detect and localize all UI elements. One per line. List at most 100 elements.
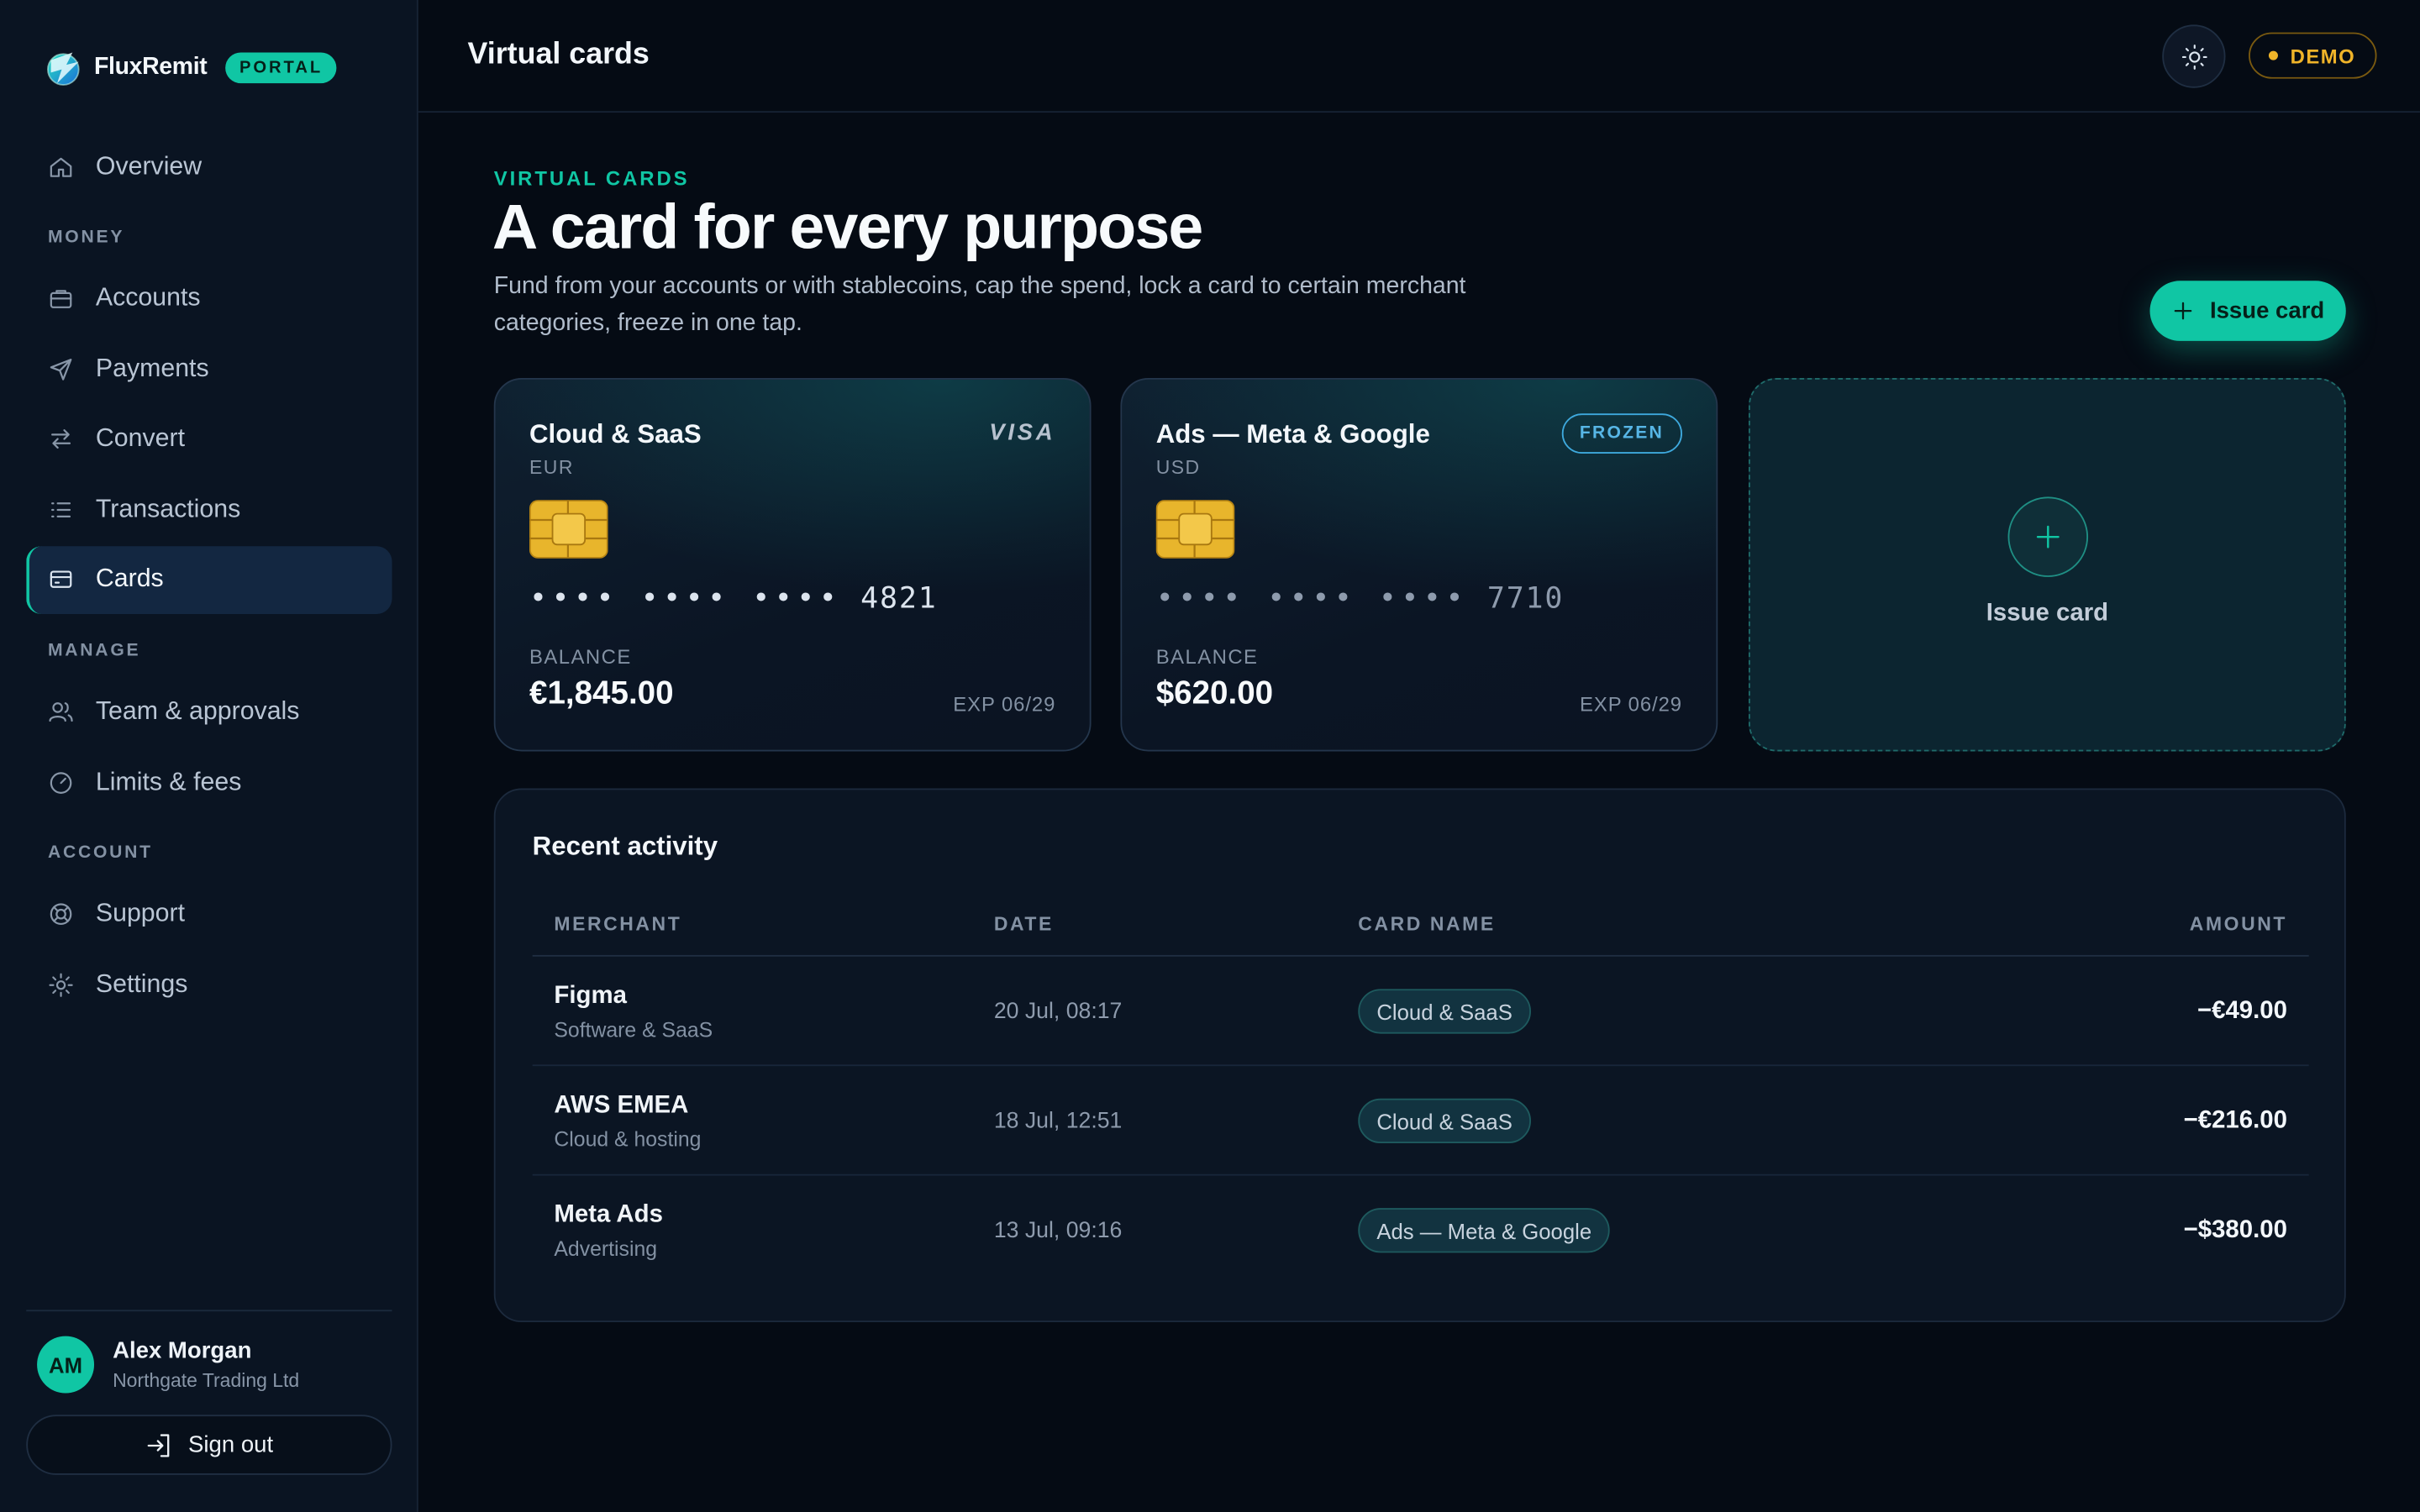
merchant-name: Figma [554, 982, 627, 1010]
sidebar-item-transactions[interactable]: Transactions [26, 475, 392, 543]
card-chip-icon [529, 500, 608, 559]
sidebar-item-label: Cards [95, 565, 164, 594]
user-profile[interactable]: AM Alex Morgan Northgate Trading Ltd [37, 1336, 299, 1394]
sidebar-item-label: Convert [95, 424, 186, 453]
issue-card-label: Issue card [2209, 297, 2325, 324]
card-expiry: EXP 06/29 [1580, 692, 1683, 717]
sidebar-item-label: Settings [95, 969, 188, 999]
brand[interactable]: FluxRemit PORTAL [42, 46, 337, 89]
plus-icon [2174, 302, 2192, 320]
sidebar-item-convert[interactable]: Convert [26, 406, 392, 474]
card-number: •••• •••• •••• 4821 [529, 581, 938, 615]
brand-name: FluxRemit [94, 54, 208, 81]
sidebar-item-label: Payments [95, 354, 209, 382]
recent-activity-panel: Recent activity MERCHANT DATE CARD NAME … [493, 788, 2346, 1323]
card-name-pill: Cloud & SaaS [1358, 989, 1531, 1034]
card-balance: €1,845.00 [529, 675, 674, 711]
sidebar-item-label: Transactions [95, 495, 241, 523]
theme-toggle-button[interactable] [2162, 24, 2226, 88]
home-icon [50, 156, 72, 176]
portal-badge: PORTAL [225, 52, 337, 84]
card-expiry: EXP 06/29 [953, 692, 1056, 717]
section-title: Recent activity [532, 831, 718, 861]
sign-out-button[interactable]: Sign out [26, 1415, 392, 1475]
column-header-date[interactable]: DATE [994, 913, 1054, 935]
divider [26, 1310, 392, 1312]
section-eyebrow: VIRTUAL CARDS [493, 166, 690, 190]
credit-card-icon [50, 571, 72, 589]
frozen-badge: FROZEN [1560, 413, 1683, 454]
sign-in-arrow-icon [147, 1433, 170, 1457]
merchant-name: AWS EMEA [554, 1092, 689, 1119]
card-last4: 4821 [860, 581, 938, 616]
card-number: •••• •••• •••• 7710 [1156, 581, 1565, 615]
sidebar-item-label: Team & approvals [95, 697, 300, 726]
top-bar: Virtual cards DEMO [418, 0, 2420, 113]
merchant-category: Advertising [554, 1237, 658, 1261]
virtual-card[interactable]: Ads — Meta & Google FROZEN USD •••• ••••… [1120, 377, 1718, 752]
issue-card-button[interactable]: Issue card [2149, 281, 2346, 341]
sun-icon [2181, 44, 2207, 69]
users-icon [49, 702, 73, 722]
card-network: VISA [989, 419, 1056, 446]
swap-arrows-icon [51, 429, 71, 449]
demo-label: DEMO [2290, 44, 2356, 67]
send-icon [50, 358, 72, 381]
user-org: Northgate Trading Ltd [113, 1369, 300, 1392]
gear-icon [49, 973, 73, 997]
demo-badge: DEMO [2249, 32, 2377, 79]
avatar: AM [37, 1336, 95, 1394]
card-name-pill: Ads — Meta & Google [1358, 1208, 1611, 1253]
column-header-merchant[interactable]: MERCHANT [554, 913, 681, 935]
merchant-name: Meta Ads [554, 1201, 663, 1229]
transaction-date: 20 Jul, 08:17 [993, 1000, 1123, 1025]
sidebar-item-support[interactable]: Support [26, 880, 392, 948]
card-last4: 7710 [1486, 581, 1565, 616]
transaction-amount: −€49.00 [2196, 998, 2287, 1025]
fluxremit-logo-icon [47, 52, 80, 86]
sidebar-item-overview[interactable]: Overview [26, 133, 392, 201]
sidebar-item-label: Overview [95, 151, 203, 180]
virtual-card[interactable]: Cloud & SaaS VISA EUR •••• •••• •••• 482… [493, 377, 1092, 752]
sidebar-item-settings[interactable]: Settings [26, 951, 392, 1019]
card-name-pill: Cloud & SaaS [1358, 1098, 1531, 1143]
add-circle [2007, 496, 2089, 577]
table-header: MERCHANT DATE CARD NAME AMOUNT [532, 911, 2309, 957]
merchant-category: Cloud & hosting [554, 1127, 702, 1152]
sidebar-item-label: Accounts [95, 284, 201, 312]
table-row[interactable]: Meta Ads Advertising 13 Jul, 09:16 Ads —… [533, 1176, 2309, 1285]
table-row[interactable]: AWS EMEA Cloud & hosting 18 Jul, 12:51 C… [532, 1066, 2309, 1176]
issue-card-tile[interactable]: Issue card [1748, 377, 2346, 752]
sidebar-item-limits[interactable]: Limits & fees [26, 748, 392, 816]
balance-label: BALANCE [529, 644, 632, 669]
list-icon [51, 501, 71, 517]
column-header-amount[interactable]: AMOUNT [2190, 913, 2287, 935]
card-number-masked: •••• •••• •••• [529, 581, 842, 616]
sign-out-label: Sign out [188, 1431, 274, 1458]
transaction-amount: −€216.00 [2183, 1107, 2287, 1134]
sidebar-item-accounts[interactable]: Accounts [26, 265, 392, 333]
page-headline: A card for every purpose [492, 191, 1203, 263]
column-header-card-name[interactable]: CARD NAME [1358, 913, 1495, 935]
card-chip-icon [1155, 500, 1235, 559]
sidebar-nav: Overview MONEY Accounts Payments Convert… [26, 133, 392, 1021]
sidebar-item-label: Limits & fees [95, 768, 242, 796]
status-dot [2268, 50, 2278, 60]
plus-icon [2036, 525, 2060, 549]
transaction-date: 13 Jul, 09:16 [993, 1218, 1123, 1244]
briefcase-icon [50, 290, 72, 309]
card-currency: USD [1155, 456, 1201, 479]
table-row[interactable]: Figma Software & SaaS 20 Jul, 08:17 Clou… [532, 957, 2309, 1067]
sidebar-item-team[interactable]: Team & approvals [26, 678, 392, 746]
sidebar-item-cards[interactable]: Cards [26, 546, 392, 614]
card-currency: EUR [529, 456, 574, 479]
page-subtitle: Fund from your accounts or with stableco… [493, 273, 1466, 337]
nav-section-money: MONEY [47, 228, 125, 247]
nav-section-account: ACCOUNT [47, 843, 153, 863]
page-title: Virtual cards [467, 37, 650, 71]
card-balance: $620.00 [1155, 675, 1274, 711]
card-name: Ads — Meta & Google [1155, 419, 1430, 449]
card-name: Cloud & SaaS [529, 419, 702, 449]
transaction-amount: −$380.00 [2183, 1217, 2287, 1244]
sidebar-item-payments[interactable]: Payments [26, 335, 392, 403]
